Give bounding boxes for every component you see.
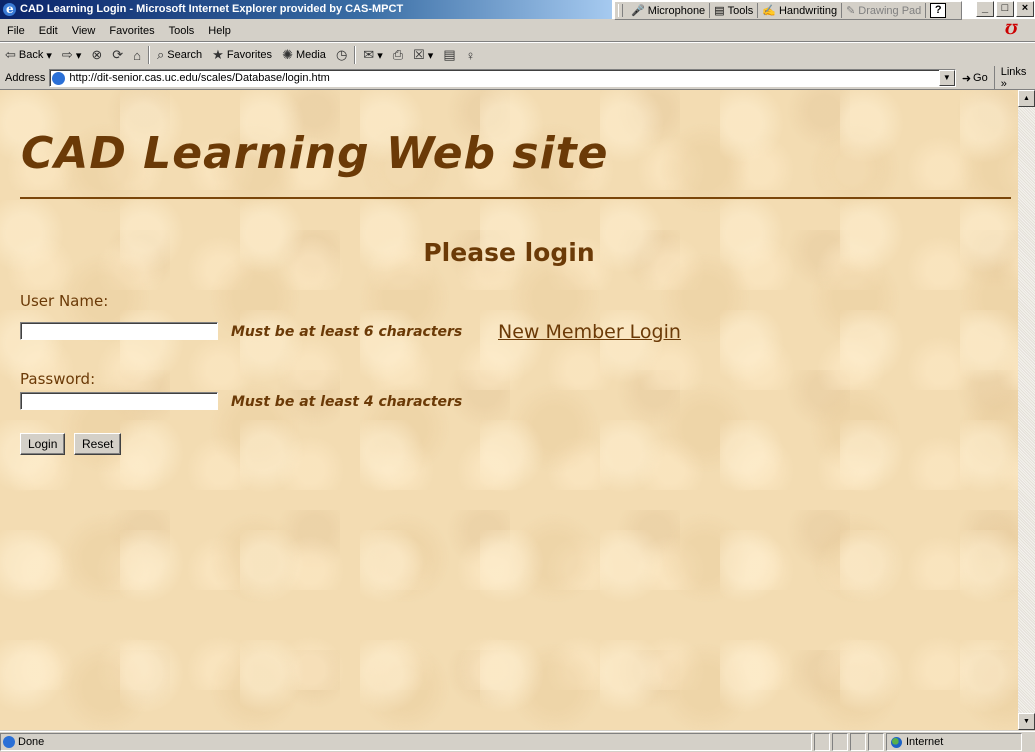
- page-content: CAD Learning Web site Please login User …: [0, 90, 1018, 730]
- chevron-down-icon: ▾: [75, 49, 82, 62]
- go-button[interactable]: ➜ Go: [956, 72, 994, 85]
- discuss-button[interactable]: ▤: [438, 45, 460, 65]
- go-arrow-icon: ➜: [961, 72, 972, 85]
- password-label: Password:: [20, 370, 96, 388]
- forward-button[interactable]: ⇨ ▾: [57, 45, 86, 65]
- tools-icon: ▤: [714, 5, 725, 17]
- maximize-button[interactable]: □: [996, 1, 1014, 17]
- microphone-button[interactable]: 🎤 Microphone: [627, 3, 711, 18]
- window-caption: CAD Learning Login - Microsoft Internet …: [0, 0, 612, 19]
- search-button[interactable]: ⌕ Search: [152, 45, 207, 65]
- reset-button[interactable]: Reset: [74, 433, 122, 455]
- back-button[interactable]: ⇦ Back ▾: [0, 45, 57, 65]
- forward-arrow-icon: ⇨: [61, 47, 73, 62]
- edit-icon: ☒: [413, 47, 425, 62]
- scroll-down-icon[interactable]: ▼: [1018, 713, 1035, 730]
- standard-toolbar: ⇦ Back ▾ ⇨ ▾ ⊗ ⟳ ⌂ ⌕ Search ★ Favorites ✺ Medi…: [0, 42, 1035, 68]
- stop-icon: ⊗: [91, 47, 103, 62]
- mail-icon: ✉: [363, 47, 375, 62]
- favorites-button[interactable]: ★ Favorites: [207, 45, 277, 65]
- status-segment: [832, 733, 848, 751]
- menu-view[interactable]: View: [65, 25, 103, 37]
- menu-file[interactable]: File: [0, 25, 32, 37]
- window-title: CAD Learning Login - Microsoft Internet …: [20, 3, 404, 15]
- address-field[interactable]: http://dit-senior.cas.uc.edu/scales/Data…: [49, 69, 956, 87]
- status-bar: Done Internet: [0, 731, 1035, 752]
- history-icon: ◷: [335, 47, 348, 62]
- username-hint: Must be at least 6 characters: [231, 324, 463, 340]
- handwriting-button[interactable]: ✍ Handwriting: [758, 3, 843, 18]
- drawing-pad-button: ✎ Drawing Pad: [842, 3, 927, 18]
- favorites-icon: ★: [212, 47, 224, 62]
- menu-favorites[interactable]: Favorites: [102, 25, 161, 37]
- site-title: CAD Learning Web site: [21, 128, 609, 179]
- globe-icon: [891, 736, 902, 748]
- close-button[interactable]: ×: [1016, 1, 1034, 17]
- minimize-button[interactable]: _: [976, 1, 994, 17]
- refresh-icon: ⟳: [112, 47, 124, 62]
- password-hint: Must be at least 4 characters: [231, 394, 463, 410]
- page-icon: [52, 71, 66, 85]
- uc-logo-icon: ℧: [1005, 22, 1018, 38]
- help-button[interactable]: ?: [930, 3, 947, 18]
- status-segment: [814, 733, 830, 751]
- messenger-icon: ♀: [465, 47, 476, 63]
- login-button[interactable]: Login: [20, 433, 66, 455]
- menu-tools[interactable]: Tools: [162, 25, 202, 37]
- tools-button[interactable]: ▤ Tools: [710, 3, 759, 18]
- address-bar: Address http://dit-senior.cas.uc.edu/sca…: [0, 66, 1035, 90]
- back-arrow-icon: ⇦: [5, 47, 16, 62]
- history-button[interactable]: ◷: [331, 45, 352, 65]
- edit-button[interactable]: ☒ ▾: [408, 45, 438, 65]
- toolbar-separator: [354, 46, 357, 64]
- menu-bar: File Edit View Favorites Tools Help ℧: [0, 20, 1035, 42]
- status-main: Done: [0, 733, 812, 751]
- username-input[interactable]: [20, 322, 218, 340]
- discuss-icon: ▤: [443, 47, 456, 62]
- address-url[interactable]: http://dit-senior.cas.uc.edu/scales/Data…: [69, 72, 938, 84]
- username-label: User Name:: [20, 292, 109, 310]
- print-icon: ⎙: [392, 47, 404, 62]
- status-text: Done: [18, 736, 45, 748]
- new-member-login-link[interactable]: New Member Login: [498, 321, 681, 343]
- language-bar-grip[interactable]: [618, 4, 623, 17]
- microphone-icon: 🎤: [631, 5, 645, 17]
- menu-help[interactable]: Help: [201, 25, 238, 37]
- password-input[interactable]: [20, 392, 218, 410]
- mail-button[interactable]: ✉ ▾: [358, 45, 387, 65]
- search-icon: ⌕: [157, 47, 165, 62]
- zone-text: Internet: [906, 736, 944, 748]
- pen-icon: ✍: [762, 5, 776, 17]
- status-segment: [868, 733, 884, 751]
- menu-edit[interactable]: Edit: [32, 25, 65, 37]
- ie-logo-icon: [3, 0, 16, 19]
- horizontal-rule: [20, 197, 1011, 199]
- chevron-down-icon: ▾: [46, 49, 52, 62]
- toolbar-separator: [148, 46, 151, 64]
- page-done-icon: [3, 736, 15, 748]
- messenger-button[interactable]: ♀: [461, 45, 481, 65]
- security-zone: Internet: [886, 733, 1022, 751]
- stop-button[interactable]: ⊗: [86, 45, 107, 65]
- address-dropdown-icon[interactable]: ▼: [938, 70, 955, 86]
- chevron-down-icon: ▾: [427, 49, 434, 62]
- print-button[interactable]: ⎙: [388, 45, 408, 65]
- drawing-pad-icon: ✎: [846, 5, 856, 17]
- vertical-scrollbar[interactable]: ▲ ▼: [1018, 90, 1035, 730]
- home-button[interactable]: ⌂: [128, 45, 146, 65]
- login-heading: Please login: [423, 238, 595, 267]
- title-bar: CAD Learning Login - Microsoft Internet …: [0, 0, 1035, 20]
- media-icon: ✺: [282, 47, 293, 62]
- chevron-down-icon: ▾: [377, 49, 383, 62]
- media-button[interactable]: ✺ Media: [277, 45, 331, 65]
- language-bar: 🎤 Microphone ▤ Tools ✍ Handwriting ✎ Drawing…: [614, 1, 962, 20]
- scroll-up-icon[interactable]: ▲: [1018, 90, 1035, 107]
- refresh-button[interactable]: ⟳: [107, 45, 128, 65]
- window-controls: _ □ ×: [976, 1, 1034, 17]
- address-label: Address: [5, 72, 46, 84]
- status-segment: [850, 733, 866, 751]
- links-button[interactable]: Links »: [993, 66, 1035, 90]
- home-icon: ⌂: [133, 47, 142, 63]
